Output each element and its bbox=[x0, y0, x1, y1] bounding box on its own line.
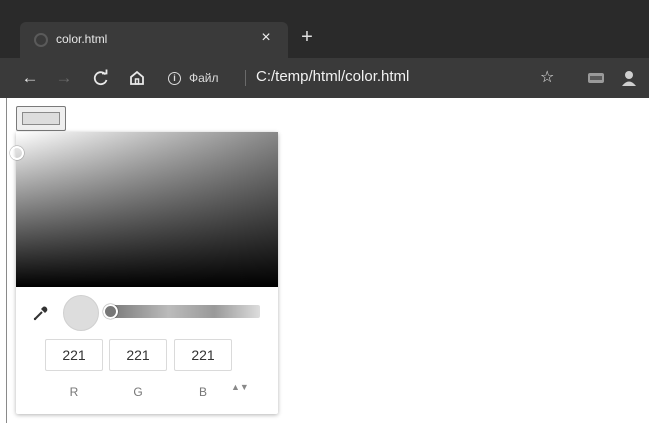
page-edge-line bbox=[6, 98, 7, 423]
profile-icon[interactable] bbox=[620, 68, 638, 88]
page-favicon-icon bbox=[34, 33, 48, 47]
red-label: R bbox=[69, 385, 79, 399]
tab-strip: color.html × + bbox=[0, 0, 649, 58]
red-value-input[interactable]: 221 bbox=[45, 339, 103, 371]
saturation-handle[interactable] bbox=[10, 146, 24, 160]
green-label: G bbox=[133, 385, 143, 399]
color-picker-popup: 221 221 221 R G B ▲▼ bbox=[10, 132, 278, 414]
site-scheme-label: Файл bbox=[189, 71, 219, 85]
bookmark-star-icon[interactable]: ☆ bbox=[540, 67, 554, 87]
forward-button[interactable]: → bbox=[52, 66, 76, 90]
omnibox-divider bbox=[245, 70, 246, 86]
blue-value-input[interactable]: 221 bbox=[174, 339, 232, 371]
blue-label: B bbox=[198, 385, 207, 399]
hue-slider-handle[interactable] bbox=[103, 304, 118, 319]
home-button[interactable] bbox=[125, 66, 149, 90]
back-button[interactable]: ← bbox=[18, 66, 42, 90]
address-bar-url[interactable]: C:/temp/html/color.html bbox=[256, 68, 409, 85]
new-tab-button[interactable]: + bbox=[296, 27, 318, 49]
green-value-input[interactable]: 221 bbox=[109, 339, 167, 371]
tab-close-icon[interactable]: × bbox=[257, 28, 275, 48]
info-icon: i bbox=[168, 71, 181, 85]
saturation-value-field[interactable] bbox=[10, 132, 278, 287]
hue-slider[interactable] bbox=[103, 304, 260, 319]
format-toggle-icon[interactable]: ▲▼ bbox=[231, 383, 249, 398]
tab-title: color.html bbox=[56, 32, 108, 46]
tab-color-html[interactable]: color.html × bbox=[20, 22, 288, 58]
color-input[interactable] bbox=[16, 106, 66, 131]
color-preview-circle bbox=[63, 295, 99, 331]
color-swatch bbox=[22, 112, 60, 125]
extension-icon[interactable] bbox=[586, 68, 606, 88]
eyedropper-icon[interactable] bbox=[32, 304, 50, 322]
home-icon bbox=[130, 70, 144, 85]
reload-button[interactable] bbox=[89, 66, 113, 90]
reload-icon bbox=[93, 69, 108, 86]
browser-toolbar: ← → i Файл C:/temp/html/color.html ☆ bbox=[0, 58, 649, 98]
site-info-button[interactable]: i Файл bbox=[168, 70, 219, 86]
